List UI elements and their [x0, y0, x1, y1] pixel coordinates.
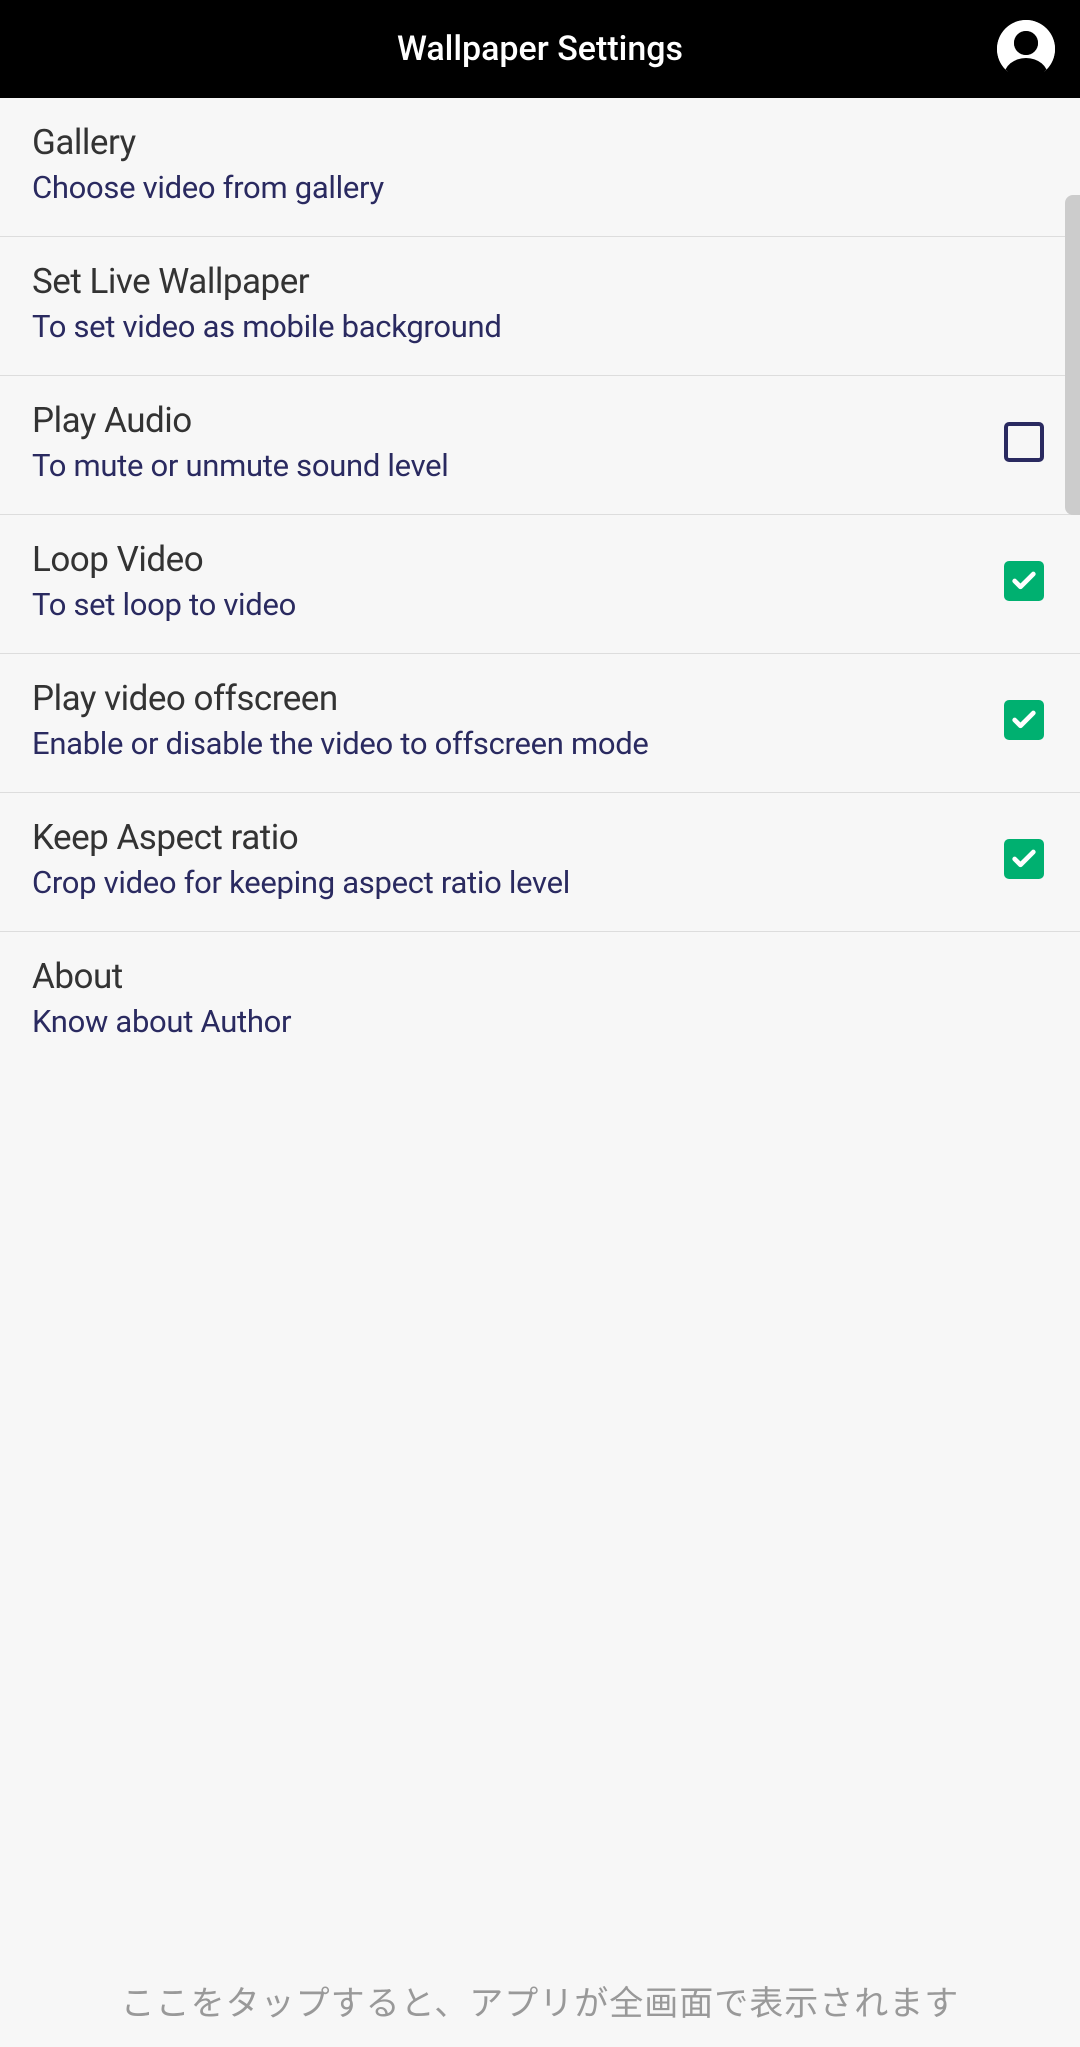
loop-video-item[interactable]: Loop Video To set loop to video	[0, 515, 1080, 654]
play-audio-item[interactable]: Play Audio To mute or unmute sound level	[0, 376, 1080, 515]
item-subtitle: Enable or disable the video to offscreen…	[32, 725, 1004, 762]
aspect-ratio-checkbox[interactable]	[1004, 839, 1044, 879]
item-title: Gallery	[32, 122, 1048, 163]
scrollbar[interactable]	[1065, 195, 1080, 515]
item-subtitle: To mute or unmute sound level	[32, 447, 1004, 484]
loop-video-checkbox[interactable]	[1004, 561, 1044, 601]
item-subtitle: Crop video for keeping aspect ratio leve…	[32, 864, 1004, 901]
about-item[interactable]: About Know about Author	[0, 932, 1080, 1070]
profile-icon[interactable]	[997, 20, 1055, 78]
item-text: Play video offscreen Enable or disable t…	[32, 678, 1004, 762]
item-title: About	[32, 956, 1048, 997]
item-subtitle: Choose video from gallery	[32, 169, 1048, 206]
item-text: Play Audio To mute or unmute sound level	[32, 400, 1004, 484]
play-audio-checkbox[interactable]	[1004, 422, 1044, 462]
page-title: Wallpaper Settings	[397, 29, 683, 69]
item-title: Loop Video	[32, 539, 1004, 580]
item-text: Gallery Choose video from gallery	[32, 122, 1048, 206]
item-text: Keep Aspect ratio Crop video for keeping…	[32, 817, 1004, 901]
item-title: Play Audio	[32, 400, 1004, 441]
item-subtitle: Know about Author	[32, 1003, 1048, 1040]
item-text: Set Live Wallpaper To set video as mobil…	[32, 261, 1048, 345]
fullscreen-hint[interactable]: ここをタップすると、アプリが全画面で表示されます	[0, 1976, 1080, 2025]
item-title: Play video offscreen	[32, 678, 1004, 719]
item-subtitle: To set loop to video	[32, 586, 1004, 623]
item-title: Keep Aspect ratio	[32, 817, 1004, 858]
item-subtitle: To set video as mobile background	[32, 308, 1048, 345]
item-text: About Know about Author	[32, 956, 1048, 1040]
offscreen-checkbox[interactable]	[1004, 700, 1044, 740]
offscreen-item[interactable]: Play video offscreen Enable or disable t…	[0, 654, 1080, 793]
set-wallpaper-item[interactable]: Set Live Wallpaper To set video as mobil…	[0, 237, 1080, 376]
item-text: Loop Video To set loop to video	[32, 539, 1004, 623]
gallery-item[interactable]: Gallery Choose video from gallery	[0, 98, 1080, 237]
settings-list: Gallery Choose video from gallery Set Li…	[0, 98, 1080, 1070]
item-title: Set Live Wallpaper	[32, 261, 1048, 302]
aspect-ratio-item[interactable]: Keep Aspect ratio Crop video for keeping…	[0, 793, 1080, 932]
app-header: Wallpaper Settings	[0, 0, 1080, 98]
